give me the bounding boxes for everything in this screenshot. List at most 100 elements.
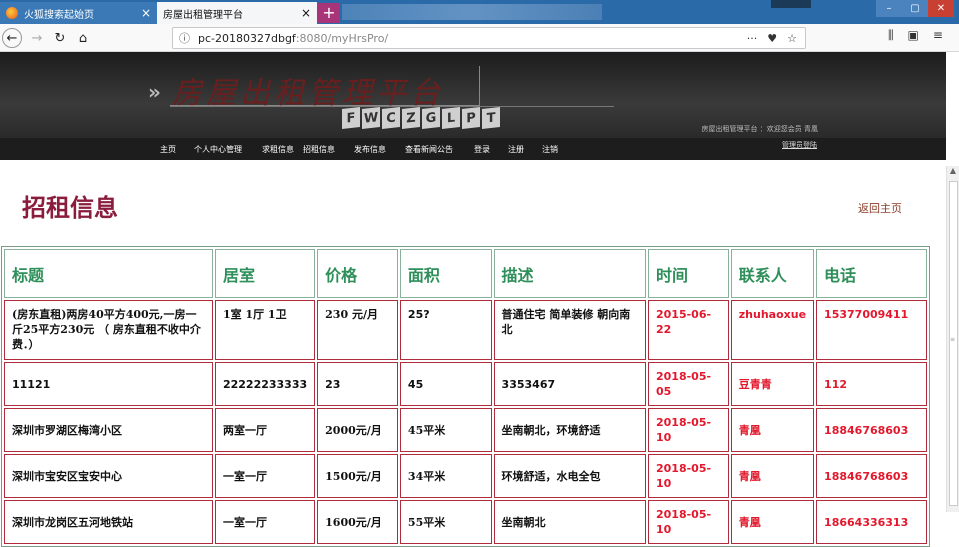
column-header-rooms: 居室 bbox=[214, 249, 316, 298]
menu-item-publish[interactable]: 发布信息 bbox=[354, 144, 386, 155]
cell-rooms: 一室一厅 bbox=[214, 454, 316, 498]
menu-item-profile[interactable]: 个人中心管理 bbox=[194, 144, 242, 155]
logo-letter: L bbox=[442, 107, 460, 129]
cell-area: 25? bbox=[399, 300, 492, 360]
firefox-icon bbox=[6, 7, 18, 19]
more-actions-icon[interactable]: ··· bbox=[747, 32, 758, 45]
cell-description: 3353467 bbox=[493, 362, 646, 406]
logo-letter: W bbox=[362, 107, 380, 129]
menu-item-wanted[interactable]: 求租信息 bbox=[262, 144, 294, 155]
close-window-button[interactable]: ✕ bbox=[928, 0, 954, 17]
maximize-button[interactable]: ▢ bbox=[902, 0, 928, 17]
scroll-up-icon[interactable]: ▲ bbox=[947, 166, 959, 179]
menu-item-login[interactable]: 登录 bbox=[474, 144, 490, 155]
url-path: :8080/myHrsPro/ bbox=[295, 31, 389, 45]
back-home-link[interactable]: 返回主页 bbox=[858, 200, 902, 216]
cell-phone: 112 bbox=[816, 362, 927, 406]
nav-bar: ← → ↻ ⌂ ⓘ pc-20180327dbgf:8080/myHrsPro/… bbox=[0, 24, 959, 52]
url-bar[interactable]: ⓘ pc-20180327dbgf:8080/myHrsPro/ ··· ♥ ☆ bbox=[172, 27, 806, 49]
vertical-scrollbar[interactable]: ▲ ≡ bbox=[946, 166, 959, 512]
cell-phone: 18664336313 bbox=[816, 500, 927, 544]
menu-icon[interactable]: ≡ bbox=[933, 28, 943, 43]
cell-contact: 豆青青 bbox=[730, 362, 815, 406]
reload-icon: ↻ bbox=[54, 30, 66, 46]
menu-item-register[interactable]: 注册 bbox=[508, 144, 524, 155]
arrow-right-icon: → bbox=[31, 30, 43, 46]
menu-item-home[interactable]: 主页 bbox=[160, 144, 176, 155]
table-row: 深圳市龙岗区五河地铁站 一室一厅 1600元/月 55平米 坐南朝北 2018-… bbox=[4, 500, 927, 544]
tab-rental-platform[interactable]: 房屋出租管理平台 × bbox=[157, 2, 317, 24]
cell-rooms: 22222233333 bbox=[214, 362, 316, 406]
cell-rooms: 1室 1厅 1卫 bbox=[214, 300, 316, 360]
cell-area: 34平米 bbox=[399, 454, 492, 498]
banner-title: 房屋出租管理平台 bbox=[172, 76, 444, 111]
welcome-text: 房屋出租管理平台 ：欢迎您会员 青凰 bbox=[701, 125, 818, 133]
cell-rooms: 一室一厅 bbox=[214, 500, 316, 544]
bookmark-star-icon[interactable]: ☆ bbox=[787, 32, 797, 45]
table-header-row: 标题 居室 价格 面积 描述 时间 联系人 电话 bbox=[4, 249, 927, 298]
cell-phone: 18846768603 bbox=[816, 408, 927, 452]
new-tab-button[interactable]: + bbox=[318, 3, 340, 23]
cell-time: 2015-06-22 bbox=[647, 300, 729, 360]
cell-area: 55平米 bbox=[399, 500, 492, 544]
sidebar-icon[interactable]: ▣ bbox=[908, 28, 919, 43]
logo-letter: F bbox=[342, 107, 360, 129]
cell-description: 坐南朝北，环境舒适 bbox=[493, 408, 646, 452]
cell-rooms: 两室一厅 bbox=[214, 408, 316, 452]
back-button[interactable]: ← bbox=[2, 28, 22, 48]
cell-contact: 青凰 bbox=[730, 500, 815, 544]
cell-title: 深圳市宝安区宝安中心 bbox=[4, 454, 213, 498]
logo-letter: G bbox=[422, 107, 440, 129]
info-icon[interactable]: ⓘ bbox=[179, 30, 190, 46]
logo-letter: Z bbox=[402, 107, 420, 129]
logo-letter: P bbox=[462, 107, 480, 129]
cell-title: 深圳市龙岗区五河地铁站 bbox=[4, 500, 213, 544]
site-logo: F W C Z G L P T bbox=[342, 107, 500, 129]
cell-contact: zhuhaoxue bbox=[730, 300, 815, 360]
column-header-area: 面积 bbox=[399, 249, 492, 298]
cell-time: 2018-05-10 bbox=[647, 454, 729, 498]
chevron-down-icon: » bbox=[148, 80, 161, 104]
admin-login-link[interactable]: 管理员登陆 bbox=[782, 140, 817, 150]
close-icon[interactable]: × bbox=[141, 6, 151, 20]
menu-item-news[interactable]: 查看新闻公告 bbox=[405, 144, 453, 155]
home-icon: ⌂ bbox=[78, 30, 88, 46]
column-header-phone: 电话 bbox=[816, 249, 927, 298]
cell-description: 坐南朝北 bbox=[493, 500, 646, 544]
menu-item-logout[interactable]: 注销 bbox=[542, 144, 558, 155]
column-header-price: 价格 bbox=[317, 249, 398, 298]
cell-contact: 青凰 bbox=[730, 454, 815, 498]
pocket-icon[interactable]: ♥ bbox=[767, 32, 777, 45]
cell-price: 2000元/月 bbox=[317, 408, 398, 452]
cell-description: 环境舒适，水电全包 bbox=[493, 454, 646, 498]
site-banner: » 房屋出租管理平台 F W C Z G L P T 房屋出租管理平台 ：欢迎您… bbox=[0, 52, 946, 138]
scroll-thumb[interactable] bbox=[949, 181, 958, 506]
cell-price: 1500元/月 bbox=[317, 454, 398, 498]
forward-button[interactable]: → bbox=[27, 28, 47, 48]
page-gap bbox=[0, 160, 946, 166]
home-button[interactable]: ⌂ bbox=[73, 28, 93, 48]
minimize-button[interactable]: – bbox=[876, 0, 902, 17]
arrow-left-icon: ← bbox=[6, 30, 18, 46]
window-controls: – ▢ ✕ bbox=[876, 0, 954, 18]
toolbar-icons: ⫼ ▣ ≡ bbox=[888, 28, 943, 43]
table-row: (房东直租)两房40平方400元,一房一斤25平方230元 （ 房东直租不收中介… bbox=[4, 300, 927, 360]
cell-contact: 青凰 bbox=[730, 408, 815, 452]
library-icon[interactable]: ⫼ bbox=[888, 28, 894, 43]
tab-strip: 火狐搜索起始页 × 房屋出租管理平台 × + – ▢ ✕ bbox=[0, 0, 959, 24]
blurred-tabs bbox=[342, 4, 602, 20]
close-icon[interactable]: × bbox=[301, 6, 311, 20]
page-title: 招租信息 bbox=[22, 193, 118, 222]
tab-firefox-start[interactable]: 火狐搜索起始页 × bbox=[0, 2, 157, 24]
reload-button[interactable]: ↻ bbox=[50, 28, 70, 48]
cell-time: 2018-05-05 bbox=[647, 362, 729, 406]
url-host: pc-20180327dbgf bbox=[198, 31, 296, 45]
cell-description: 普通住宅 简单装修 朝向南北 bbox=[493, 300, 646, 360]
tab-label: 房屋出租管理平台 bbox=[163, 9, 243, 21]
cell-title: 深圳市罗湖区梅湾小区 bbox=[4, 408, 213, 452]
table-row: 11121 22222233333 23 45 3353467 2018-05-… bbox=[4, 362, 927, 406]
column-header-description: 描述 bbox=[493, 249, 646, 298]
table-row: 深圳市罗湖区梅湾小区 两室一厅 2000元/月 45平米 坐南朝北，环境舒适 2… bbox=[4, 408, 927, 452]
logo-letter: C bbox=[382, 107, 400, 129]
menu-item-listings[interactable]: 招租信息 bbox=[303, 144, 335, 155]
